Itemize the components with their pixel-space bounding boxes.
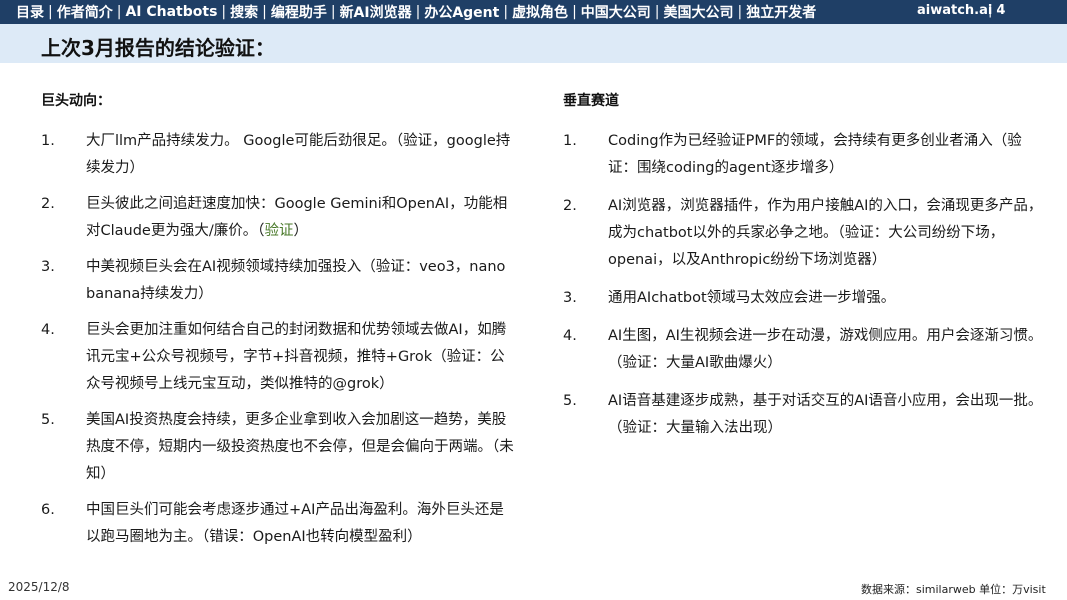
item-number: 6. — [41, 502, 55, 518]
verified-label: 验证 — [264, 223, 294, 239]
nav-separator: | — [330, 4, 336, 20]
item-text: 中国巨头们可能会考虑逐步通过+AI产品出海盈利。海外巨头还是以跑马圈地为主。（错… — [86, 502, 504, 545]
verticals-list: 1. Coding作为已经验证PMF的领域，会持续有更多创业者涌入（验证：围绕co… — [563, 128, 1043, 442]
brand-logo[interactable]: aiwatch.ai — [917, 3, 992, 18]
item-number: 4. — [41, 322, 55, 338]
report-date: 2025/12/8 — [8, 580, 70, 594]
item-text: 中美视频巨头会在AI视频领域持续加强投入（验证：veo3，nano banana… — [86, 259, 506, 302]
nav-item-ai-browser[interactable]: 新AI浏览器 — [340, 2, 412, 22]
item-number: 2. — [563, 198, 577, 214]
item-text: AI浏览器，浏览器插件，作为用户接触AI的入口，会涌现更多产品，成为chatbo… — [608, 198, 1043, 268]
nav-separator: | — [48, 4, 53, 20]
item-number: 5. — [563, 393, 577, 409]
list-item: 5. 美国AI投资热度会持续，更多企业拿到收入会加剧这一趋势，美股热度不停，短期内… — [41, 407, 516, 488]
list-item: 6. 中国巨头们可能会考虑逐步通过+AI产品出海盈利。海外巨头还是以跑马圈地为主。… — [41, 497, 516, 551]
nav-item-indie-developers[interactable]: 独立开发者 — [746, 2, 816, 22]
item-number: 1. — [563, 133, 577, 149]
item-text: Coding作为已经验证PMF的领域，会持续有更多创业者涌入（验证：围绕codi… — [608, 133, 1022, 176]
list-item: 4. AI生图，AI生视频会进一步在动漫，游戏侧应用。用户会逐渐习惯。（验证：大量… — [563, 323, 1043, 377]
section-heading-verticals: 垂直赛道 — [563, 93, 619, 109]
item-number: 3. — [563, 290, 577, 306]
page-number-value: 4 — [996, 3, 1006, 18]
item-text: 美国AI投资热度会持续，更多企业拿到收入会加剧这一趋势，美股热度不停，短期内一级… — [86, 412, 514, 482]
nav-item-us-big-companies[interactable]: 美国大公司 — [664, 2, 734, 22]
item-text-tail: ） — [293, 223, 309, 239]
item-number: 2. — [41, 196, 55, 212]
nav-separator: | — [415, 4, 421, 20]
nav-separator: | — [572, 4, 577, 20]
nav-separator: | — [221, 4, 227, 20]
item-text: AI生图，AI生视频会进一步在动漫，游戏侧应用。用户会逐渐习惯。（验证：大量AI… — [608, 328, 1043, 371]
list-item: 2. 巨头彼此之间追赶速度加快：Google Gemini和OpenAI，功能相对… — [41, 191, 516, 245]
nav-separator: | — [737, 4, 743, 20]
nav-separator: | — [262, 4, 267, 20]
list-item: 4. 巨头会更加注重如何结合自己的封闭数据和优势领域去做AI，如腾讯元宝+公众号视… — [41, 317, 516, 398]
left-column-giants: 巨头动向： 1. 大厂llm产品持续发力。 Google可能后劲很足。（验证，go… — [41, 91, 516, 560]
item-number: 5. — [41, 412, 55, 428]
section-heading-giants: 巨头动向： — [41, 93, 111, 109]
nav-item-ai-chatbots[interactable]: AI Chatbots — [125, 4, 217, 20]
list-item: 1. Coding作为已经验证PMF的领域，会持续有更多创业者涌入（验证：围绕co… — [563, 128, 1043, 182]
nav-menu: 目录 | 作者简介 | AI Chatbots | 搜索 | 编程助手 | 新AI浏览器 |… — [16, 3, 816, 21]
nav-item-search[interactable]: 搜索 — [230, 2, 258, 22]
list-item: 3. 中美视频巨头会在AI视频领域持续加强投入（验证：veo3，nano bana… — [41, 254, 516, 308]
list-item: 3. 通用AIchatbot领域马太效应会进一步增强。 — [563, 285, 1043, 312]
nav-item-coding-assistant[interactable]: 编程助手 — [271, 2, 327, 22]
page-number: | 4 — [988, 3, 1005, 18]
item-text: AI语音基建逐步成熟，基于对话交互的AI语音小应用，会出现一批。（验证：大量输入… — [608, 393, 1043, 436]
item-text: 巨头会更加注重如何结合自己的封闭数据和优势领域去做AI，如腾讯元宝+公众号视频号… — [86, 322, 507, 392]
giants-list: 1. 大厂llm产品持续发力。 Google可能后劲很足。（验证，google持续… — [41, 128, 516, 551]
item-number: 3. — [41, 259, 55, 275]
nav-separator: | — [654, 4, 660, 20]
item-text: 通用AIchatbot领域马太效应会进一步增强。 — [608, 290, 896, 306]
nav-item-china-big-companies[interactable]: 中国大公司 — [581, 2, 651, 22]
nav-item-toc[interactable]: 目录 — [16, 2, 44, 22]
nav-item-office-agent[interactable]: 办公Agent — [424, 2, 499, 22]
page-title: 上次3月报告的结论验证： — [41, 36, 275, 60]
item-text: 大厂llm产品持续发力。 Google可能后劲很足。（验证，google持续发力… — [86, 133, 511, 176]
list-item: 1. 大厂llm产品持续发力。 Google可能后劲很足。（验证，google持续… — [41, 128, 516, 182]
list-item: 5. AI语音基建逐步成熟，基于对话交互的AI语音小应用，会出现一批。（验证：大量… — [563, 388, 1043, 442]
nav-item-author[interactable]: 作者简介 — [57, 2, 113, 22]
nav-separator: | — [503, 4, 509, 20]
item-number: 4. — [563, 328, 577, 344]
nav-separator: | — [116, 4, 122, 20]
list-item: 2. AI浏览器，浏览器插件，作为用户接触AI的入口，会涌现更多产品，成为chat… — [563, 193, 1043, 274]
top-navigation-bar: 目录 | 作者简介 | AI Chatbots | 搜索 | 编程助手 | 新AI浏览器 |… — [0, 0, 1067, 24]
item-number: 1. — [41, 133, 55, 149]
nav-item-virtual-character[interactable]: 虚拟角色 — [512, 2, 568, 22]
data-source-note: 数据来源：similarweb 单位：万visit — [861, 583, 1046, 596]
right-column-verticals: 垂直赛道 1. Coding作为已经验证PMF的领域，会持续有更多创业者涌入（验证… — [563, 91, 1043, 453]
title-band: 上次3月报告的结论验证： — [0, 24, 1067, 63]
